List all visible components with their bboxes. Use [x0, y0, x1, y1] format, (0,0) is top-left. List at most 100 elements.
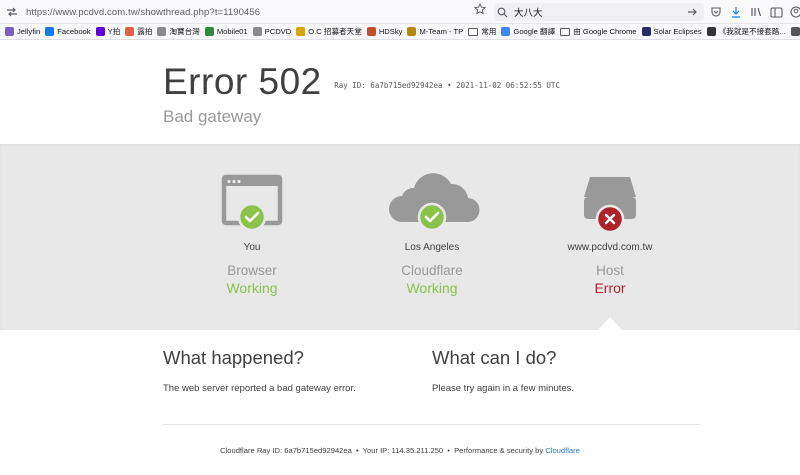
ray-id-timestamp: Ray ID: 6a7b715ed92942ea • 2021-11-02 06… — [334, 81, 560, 90]
pocket-icon[interactable] — [708, 4, 724, 20]
error-header: Error 502 Ray ID: 6a7b715ed92942ea • 202… — [163, 63, 560, 127]
toolbar-actions — [708, 4, 800, 20]
bookmark-item[interactable]: Mobile01 — [204, 27, 248, 36]
check-icon — [417, 202, 447, 232]
node-host: www.pcdvd.com.tw Host Error — [520, 144, 700, 296]
footer-ray-value: 6a7b715ed92942ea — [284, 446, 352, 455]
bookmark-item[interactable]: O.C 招募者天堂 — [296, 26, 362, 37]
bookmark-item[interactable]: Solar Eclipses — [641, 27, 702, 36]
folder-icon — [560, 27, 571, 36]
bookmarks-toolbar: Jellyfin Facebook Y拍 露拍 淘寶台灣 Mobile01 PCDVD O.C… — [0, 24, 800, 40]
favicon-icon — [45, 27, 55, 36]
favicon-icon — [252, 27, 262, 36]
search-icon — [494, 4, 510, 20]
what-can-i-do-title: What can I do? — [432, 347, 557, 368]
favicon-icon — [706, 27, 716, 36]
favicon-icon — [157, 27, 167, 36]
bookmark-label: HDSky — [378, 27, 403, 36]
favicon-icon — [407, 27, 417, 36]
bookmark-label: Mobile01 — [216, 27, 248, 36]
node-role: Browser — [227, 263, 277, 278]
node-cloudflare: Los Angeles Cloudflare Working — [342, 144, 522, 296]
favicon-icon — [5, 27, 14, 36]
error-page: Error 502 Ray ID: 6a7b715ed92942ea • 202… — [0, 41, 800, 475]
node-location: www.pcdvd.com.tw — [567, 242, 653, 253]
bookmark-item[interactable]: Jellyfin — [5, 27, 40, 36]
favicon-icon — [296, 27, 306, 36]
bookmark-item[interactable]: APK.TV — [790, 27, 800, 36]
footer-ip-value: 114.35.211.250 — [391, 446, 444, 455]
bookmark-label: Jellyfin — [17, 27, 41, 36]
footer-separator: • — [355, 446, 359, 455]
sidebar-icon[interactable] — [768, 4, 784, 20]
error-code-title: Error 502 — [163, 61, 322, 102]
node-location: Los Angeles — [404, 242, 460, 253]
what-can-i-do: What can I do? Please try again in a few… — [432, 347, 692, 394]
bookmark-item[interactable]: 露拍 — [125, 26, 152, 37]
bookmark-label: M-Team - TP — [419, 27, 464, 36]
cloud-icon — [389, 173, 480, 232]
page-info-icon[interactable] — [4, 4, 20, 20]
browser-icon — [221, 174, 283, 232]
bookmark-item[interactable]: 《我就是不接套路... — [706, 26, 786, 37]
bookmark-item[interactable]: Y拍 — [95, 26, 120, 37]
browser-toolbar: https://www.pcdvd.com.tw/showthread.php?… — [0, 0, 800, 24]
download-icon[interactable] — [728, 4, 744, 20]
go-arrow-icon[interactable] — [684, 4, 700, 20]
account-icon[interactable] — [788, 4, 800, 20]
bookmark-label: 常用 — [481, 27, 497, 36]
address-bar[interactable]: https://www.pcdvd.com.tw/showthread.php?… — [4, 3, 492, 21]
bookmark-item[interactable]: 由 Google Chrome — [560, 26, 637, 37]
bookmark-item[interactable]: PCDVD — [252, 27, 291, 36]
footer-ip-label: Your IP: — [362, 446, 390, 455]
bookmark-item[interactable]: Facebook — [45, 27, 91, 36]
cloudflare-link[interactable]: Cloudflare — [545, 446, 580, 455]
bookmark-item[interactable]: Google 翻譯 — [501, 26, 555, 37]
bookmark-label: 露拍 — [137, 27, 153, 36]
favicon-icon — [204, 27, 214, 36]
node-browser: You Browser Working — [162, 144, 342, 296]
node-location: You — [243, 242, 261, 253]
what-happened-title: What happened? — [163, 347, 304, 368]
search-input[interactable]: 大八大 — [514, 5, 543, 19]
what-happened-text: The web server reported a bad gateway er… — [163, 383, 356, 394]
favicon-icon — [366, 27, 376, 36]
library-icon[interactable] — [748, 4, 764, 20]
bookmark-label: Google 翻譯 — [513, 27, 556, 36]
check-icon — [237, 202, 267, 232]
status-diagram: You Browser Working Los Angeles Cloudfla… — [0, 144, 800, 330]
footer: Cloudflare Ray ID: 6a7b715ed92942ea • Yo… — [0, 446, 800, 455]
node-status: Working — [226, 280, 278, 296]
node-role: Cloudflare — [401, 263, 463, 278]
search-box[interactable]: 大八大 — [494, 3, 704, 21]
bookmark-item[interactable]: M-Team - TP — [407, 27, 463, 36]
error-subtitle: Bad gateway — [163, 107, 262, 126]
error-x-icon — [595, 204, 625, 234]
active-node-pointer — [598, 317, 622, 330]
bookmark-label: Solar Eclipses — [653, 27, 702, 36]
bookmark-label: 由 Google Chrome — [573, 27, 637, 36]
folder-icon — [468, 27, 479, 36]
what-happened: What happened? The web server reported a… — [163, 347, 423, 394]
bookmark-item[interactable]: HDSky — [366, 27, 403, 36]
footer-separator: • — [447, 446, 450, 455]
footer-perf-label: Performance & security by — [454, 446, 544, 455]
favicon-icon — [790, 27, 800, 36]
favicon-icon — [125, 27, 135, 36]
bookmark-label: O.C 招募者天堂 — [308, 27, 362, 36]
node-status: Working — [406, 280, 458, 296]
node-status: Error — [594, 280, 626, 296]
address-bar-url: https://www.pcdvd.com.tw/showthread.php?… — [26, 6, 261, 18]
favicon-icon — [95, 27, 105, 36]
bookmark-item[interactable]: 淘寶台灣 — [157, 26, 200, 37]
server-icon — [584, 177, 636, 234]
node-role: Host — [596, 263, 624, 278]
footer-divider — [163, 424, 700, 425]
bookmark-star-icon[interactable] — [472, 1, 488, 17]
favicon-icon — [641, 27, 651, 36]
bookmark-label: Facebook — [57, 27, 91, 36]
bookmark-label: 淘寶台灣 — [169, 27, 200, 36]
what-can-i-do-text: Please try again in a few minutes. — [432, 383, 575, 394]
bookmark-item[interactable]: 常用 — [468, 26, 496, 37]
bookmark-label: 《我就是不接套路... — [718, 27, 786, 36]
